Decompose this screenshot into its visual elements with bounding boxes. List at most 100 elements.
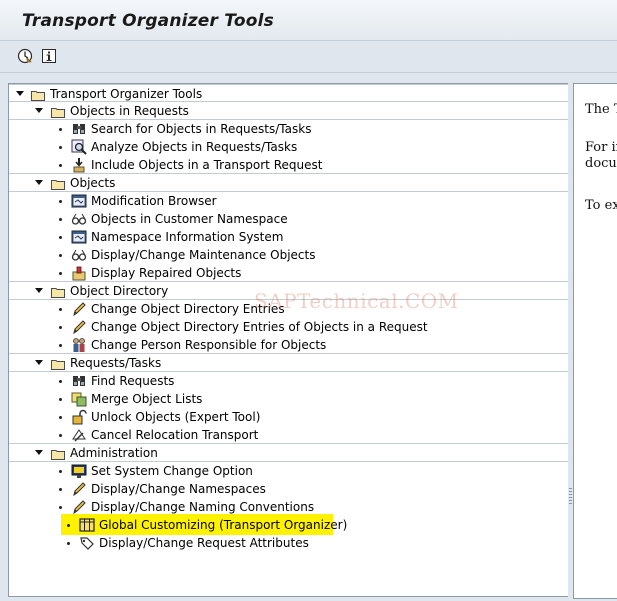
bullet	[59, 200, 62, 203]
tree-leaf[interactable]: Include Objects in a Transport Request	[9, 156, 569, 174]
expand-triangle-icon[interactable]	[35, 360, 43, 365]
tree-leaf[interactable]: Change Object Directory Entries of Objec…	[9, 318, 569, 336]
browser-window-icon	[71, 193, 87, 209]
pencil-icon	[71, 481, 87, 497]
pencil-icon	[71, 499, 87, 515]
bullet	[59, 470, 62, 473]
tree-leaf[interactable]: Set System Change Option	[9, 462, 569, 480]
tree-leaf-label: Merge Object Lists	[91, 392, 203, 406]
open-folder-icon	[51, 105, 65, 118]
glasses-icon	[71, 247, 87, 263]
tree-node-label: Objects	[70, 176, 116, 190]
tree: Transport Organizer Tools Objects in Req…	[9, 84, 569, 552]
open-folder-icon	[51, 285, 65, 298]
bullet	[59, 506, 62, 509]
bullet	[59, 236, 62, 239]
tree-leaf[interactable]: Cancel Relocation Transport	[9, 426, 569, 444]
title-bar: Transport Organizer Tools	[0, 0, 617, 41]
tree-leaf-label: Analyze Objects in Requests/Tasks	[91, 140, 298, 154]
binoculars-icon	[71, 373, 87, 389]
doc-line: docum	[585, 156, 617, 171]
include-object-icon	[71, 157, 87, 173]
bullet	[59, 164, 62, 167]
tree-leaf-label: Search for Objects in Requests/Tasks	[91, 122, 312, 136]
bullet	[59, 308, 62, 311]
expand-triangle-icon[interactable]	[35, 108, 43, 113]
tree-leaf[interactable]: Display/Change Namespaces	[9, 480, 569, 498]
binoculars-icon	[71, 121, 87, 137]
pencil-icon	[71, 319, 87, 335]
info-icon[interactable]	[41, 48, 57, 64]
doc-line: The T	[585, 102, 617, 117]
splitter-grip-icon[interactable]	[569, 488, 572, 506]
tree-leaf[interactable]: Change Person Responsible for Objects	[9, 336, 569, 354]
tree-node-label: Objects in Requests	[70, 104, 189, 118]
tree-leaf[interactable]: Search for Objects in Requests/Tasks	[9, 120, 569, 138]
application-toolbar	[0, 41, 617, 73]
doc-line: To ex	[585, 198, 617, 213]
tree-leaf[interactable]: Unlock Objects (Expert Tool)	[9, 408, 569, 426]
bullet	[59, 146, 62, 149]
tree-leaf[interactable]: Namespace Information System	[9, 228, 569, 246]
bullet	[67, 542, 70, 545]
pencil-icon	[71, 301, 87, 317]
tree-leaf[interactable]: Modification Browser	[9, 192, 569, 210]
tree-node-label: Requests/Tasks	[70, 356, 162, 370]
tree-leaf-label: Cancel Relocation Transport	[91, 428, 259, 442]
tree-node-objects[interactable]: Objects	[9, 174, 569, 192]
tree-leaf-highlighted[interactable]: Global Customizing (Transport Organizer)	[9, 514, 569, 535]
table-grid-icon	[79, 517, 95, 533]
execute-icon[interactable]	[17, 48, 33, 64]
tree-node-objects-in-requests[interactable]: Objects in Requests	[9, 102, 569, 120]
open-folder-icon	[31, 88, 45, 101]
documentation-panel: The T For in docum To ex	[573, 83, 617, 599]
bullet	[59, 434, 62, 437]
tree-leaf[interactable]: Display/Change Maintenance Objects	[9, 246, 569, 264]
bullet	[59, 272, 62, 275]
merge-lists-icon	[71, 391, 87, 407]
monitor-icon	[71, 463, 87, 479]
tree-leaf-label: Display Repaired Objects	[91, 266, 242, 280]
tree-leaf-label: Change Object Directory Entries of Objec…	[91, 320, 428, 334]
watermark: SAPTechnical.COM	[254, 289, 459, 313]
expand-triangle-icon[interactable]	[35, 180, 43, 185]
tree-leaf[interactable]: Display/Change Request Attributes	[9, 534, 569, 552]
tree-node-label: Object Directory	[70, 284, 169, 298]
tree-leaf-label: Modification Browser	[91, 194, 217, 208]
cancel-relocation-icon	[71, 427, 87, 443]
tree-leaf-label: Objects in Customer Namespace	[91, 212, 288, 226]
bullet	[59, 344, 62, 347]
bullet	[59, 218, 62, 221]
tree-leaf-label: Set System Change Option	[91, 464, 253, 478]
tree-root-label: Transport Organizer Tools	[50, 87, 203, 101]
content-area: Transport Organizer Tools Objects in Req…	[0, 73, 617, 601]
glasses-icon	[71, 211, 87, 227]
expand-triangle-icon[interactable]	[35, 450, 43, 455]
magnifier-report-icon	[71, 139, 87, 155]
tree-leaf-label: Display/Change Maintenance Objects	[91, 248, 316, 262]
open-folder-icon	[51, 177, 65, 190]
bullet	[59, 254, 62, 257]
tree-leaf[interactable]: Find Requests	[9, 372, 569, 390]
open-folder-icon	[51, 447, 65, 460]
tree-node-label: Administration	[70, 446, 158, 460]
tree-root-node[interactable]: Transport Organizer Tools	[9, 84, 569, 102]
expand-triangle-icon[interactable]	[35, 288, 43, 293]
tag-icon	[79, 535, 95, 551]
tree-leaf-label: Display/Change Request Attributes	[99, 536, 309, 550]
bullet	[59, 128, 62, 131]
persons-icon	[71, 337, 87, 353]
bullet	[59, 398, 62, 401]
bullet	[59, 488, 62, 491]
tree-panel: Transport Organizer Tools Objects in Req…	[8, 83, 570, 597]
tree-leaf[interactable]: Objects in Customer Namespace	[9, 210, 569, 228]
tree-node-administration[interactable]: Administration	[9, 444, 569, 462]
bullet	[59, 416, 62, 419]
bullet	[59, 326, 62, 329]
tree-leaf[interactable]: Merge Object Lists	[9, 390, 569, 408]
tree-leaf-label: Unlock Objects (Expert Tool)	[91, 410, 261, 424]
expand-triangle-icon[interactable]	[16, 91, 24, 96]
tree-node-requests-tasks[interactable]: Requests/Tasks	[9, 354, 569, 372]
tree-leaf[interactable]: Analyze Objects in Requests/Tasks	[9, 138, 569, 156]
tree-leaf[interactable]: Display Repaired Objects	[9, 264, 569, 282]
